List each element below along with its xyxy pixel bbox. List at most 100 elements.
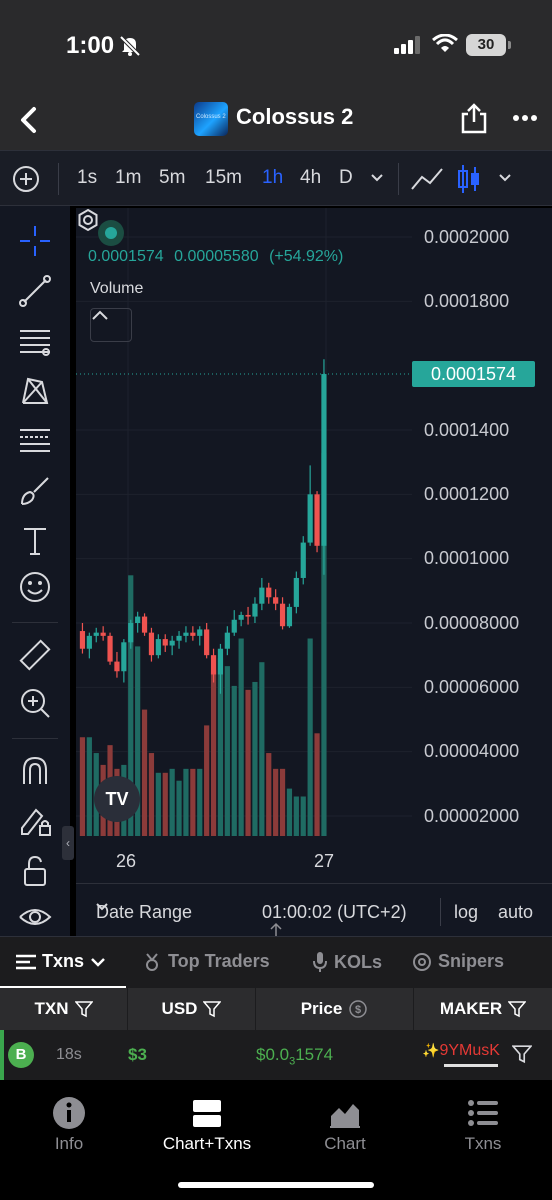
column-label: TXN (34, 999, 69, 1018)
text-tool-icon[interactable] (16, 522, 54, 560)
log-scale-toggle[interactable]: log (454, 902, 478, 923)
tab-kols[interactable]: KOLs (312, 951, 382, 973)
ruler-icon[interactable] (16, 636, 54, 674)
svg-text:$: $ (355, 1004, 361, 1016)
pencil-lock-icon[interactable] (16, 802, 54, 840)
volume-bar (155, 772, 161, 836)
tradingview-logo[interactable]: TV (94, 776, 140, 822)
filter-icon[interactable] (508, 1000, 527, 1018)
filter-icon[interactable] (74, 1000, 93, 1018)
y-tick: 0.0001200 (424, 484, 510, 504)
add-indicator-icon[interactable] (12, 165, 40, 193)
candle-body (197, 629, 203, 636)
candle-body (162, 639, 168, 646)
pattern-icon[interactable] (16, 372, 54, 410)
emoji-icon[interactable] (16, 568, 54, 606)
candlestick-icon[interactable] (456, 163, 482, 195)
line-chart-icon[interactable] (410, 165, 444, 193)
timeframe-4h[interactable]: 4h (300, 167, 321, 189)
fib-icon[interactable] (16, 422, 54, 460)
tab-top-traders[interactable]: Top Traders (142, 951, 270, 972)
back-icon[interactable] (16, 104, 44, 136)
timezone-clock[interactable]: 01:00:02 (UTC+2) (262, 902, 407, 923)
timeframe-d[interactable]: D (339, 167, 353, 189)
volume-bar (190, 768, 196, 836)
tab-label: Txns (42, 951, 85, 971)
volume-bar (183, 768, 189, 836)
nav-info[interactable]: Info (0, 1080, 138, 1170)
legend-price: 0.0001574 (88, 248, 164, 265)
x-tick: 26 (116, 851, 137, 871)
collapse-toolbar-button[interactable]: ‹ (62, 826, 74, 860)
column-usd[interactable]: USD (128, 988, 256, 1030)
unlock-icon[interactable] (16, 852, 54, 890)
timeframe-15m[interactable]: 15m (205, 167, 242, 189)
drawing-toolbar (0, 206, 70, 936)
share-icon[interactable] (460, 102, 488, 134)
timeframe-1h[interactable]: 1h (262, 167, 283, 189)
txn-type-badge: B (8, 1042, 34, 1068)
timeframe-5m[interactable]: 5m (159, 167, 185, 189)
filter-icon[interactable] (203, 1000, 222, 1018)
brush-icon[interactable] (16, 472, 54, 510)
price-chart[interactable]: 0.0001574 0.00005580 (+54.92%) Volume 0.… (76, 208, 552, 936)
crosshair-icon[interactable] (16, 222, 54, 260)
column-txn[interactable]: TXN (0, 988, 128, 1030)
last-price-tag: 0.0001574 (412, 361, 535, 387)
legend-change-pct: (+54.92%) (269, 248, 344, 265)
tab-snipers[interactable]: Snipers (412, 951, 504, 972)
volume-bar (204, 725, 210, 836)
dollar-circle-icon[interactable]: $ (348, 999, 368, 1019)
timeframe-1s[interactable]: 1s (77, 167, 97, 189)
column-price[interactable]: Price $ (256, 988, 414, 1030)
chevron-down-icon[interactable] (498, 171, 512, 185)
maker-address[interactable]: ✨9YMusK (422, 1042, 500, 1060)
y-tick: 0.0002000 (424, 227, 510, 247)
volume-bar (300, 796, 306, 836)
candle-body (79, 631, 86, 649)
collapse-legend-button[interactable] (90, 308, 132, 342)
nav-label: Info (54, 1134, 84, 1153)
magnet-icon[interactable] (16, 752, 54, 790)
timeframe-1m[interactable]: 1m (115, 167, 141, 189)
auto-scale-toggle[interactable]: auto (498, 902, 533, 923)
eye-icon[interactable] (16, 898, 54, 936)
zoom-in-icon[interactable] (16, 684, 54, 722)
y-tick: 0.0001800 (424, 291, 510, 311)
horizontal-lines-icon[interactable] (16, 322, 54, 360)
candle-body (128, 623, 134, 643)
footer-divider (440, 898, 441, 926)
volume-bar (162, 772, 168, 836)
nav-txns[interactable]: Txns (414, 1080, 552, 1170)
home-indicator (178, 1182, 374, 1188)
chart-settings-icon[interactable] (76, 208, 100, 232)
txn-usd: $3 (128, 1045, 147, 1064)
medal-icon (146, 952, 158, 971)
nav-chart[interactable]: Chart (276, 1080, 414, 1170)
table-row[interactable]: B 18s $3 $0.031574 ✨9YMusK (0, 1030, 552, 1080)
candle-body (100, 632, 106, 636)
column-maker[interactable]: MAKER (414, 988, 552, 1030)
date-range-button[interactable]: Date Range (96, 902, 192, 923)
volume-bar (259, 662, 265, 836)
chevron-up-icon (92, 310, 108, 320)
price-digits: 1574 (295, 1045, 334, 1064)
maker-label: 9YMusK (439, 1042, 500, 1059)
column-label: Price (300, 999, 343, 1018)
candle-body (169, 640, 175, 646)
page-title: Colossus 2 (236, 104, 354, 129)
volume-bar (169, 768, 175, 836)
volume-bar (286, 788, 293, 836)
tab-txns[interactable]: Txns (16, 951, 106, 972)
token-logo-text: Colossus 2 (196, 114, 226, 120)
candle-body (300, 542, 306, 578)
trend-line-icon[interactable] (16, 272, 54, 310)
filter-icon[interactable] (512, 1044, 532, 1064)
status-bar: 1:00 30 (0, 0, 552, 90)
chevron-down-icon[interactable] (370, 171, 384, 185)
candle-body (217, 648, 224, 675)
more-icon[interactable] (512, 114, 538, 122)
candle-body (148, 632, 155, 656)
volume-bar (266, 753, 272, 836)
nav-chart-txns[interactable]: Chart+Txns (138, 1080, 276, 1170)
